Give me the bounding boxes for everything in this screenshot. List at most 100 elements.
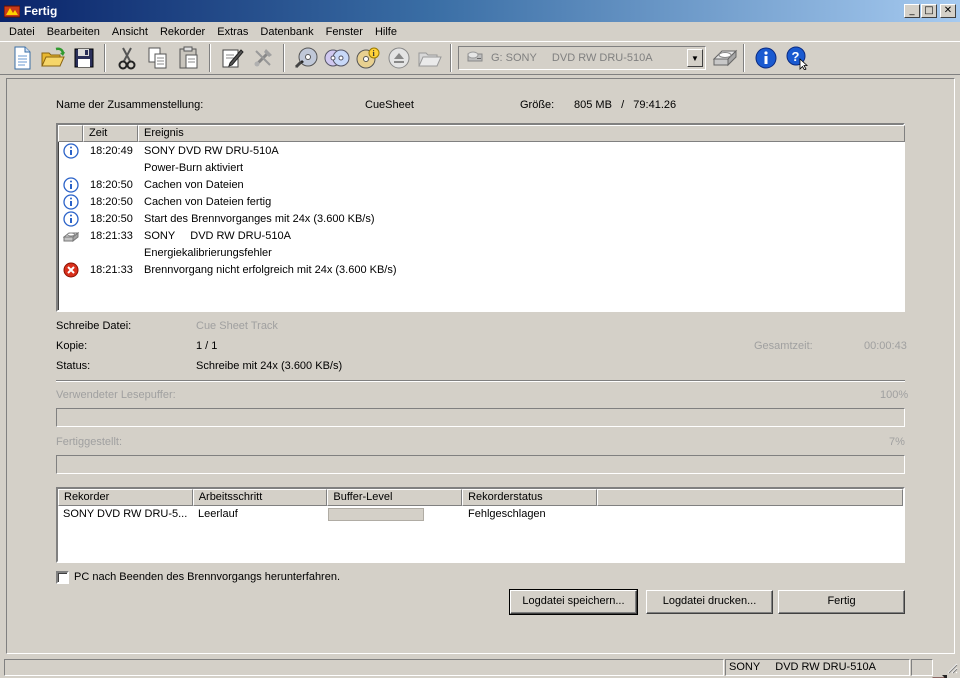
write-file-label: Schreibe Datei:	[56, 320, 132, 332]
info-icon	[63, 211, 79, 227]
event-log-list[interactable]: Zeit Ereignis 18:20:49 SONY DVD RW DRU-51…	[56, 123, 905, 312]
shutdown-checkbox[interactable]	[56, 571, 69, 584]
divider	[56, 380, 905, 382]
log-time: 18:20:50	[90, 213, 133, 225]
statusbar-drive: SONY DVD RW DRU-510A	[725, 659, 910, 676]
menu-datenbank[interactable]: Datenbank	[254, 26, 319, 38]
help-cursor-icon[interactable]: ?	[781, 44, 812, 72]
new-document-icon[interactable]	[6, 44, 37, 72]
column-header-recorder-status[interactable]: Rekorderstatus	[462, 489, 597, 506]
maximize-button[interactable]: □	[921, 4, 937, 18]
open-folder-icon[interactable]	[37, 44, 68, 72]
completed-progress-bar	[56, 455, 905, 474]
list-item[interactable]: Power-Burn aktiviert	[58, 160, 905, 177]
tools-disabled-icon[interactable]	[247, 44, 278, 72]
log-time: 18:21:33	[90, 230, 133, 242]
log-time: 18:20:49	[90, 145, 133, 157]
status-bar: SONY DVD RW DRU-510A	[0, 656, 960, 678]
log-event: Start des Brennvorganges mit 24x (3.600 …	[144, 213, 375, 225]
log-event: Power-Burn aktiviert	[144, 162, 244, 174]
log-event: Cachen von Dateien fertig	[144, 196, 272, 208]
menu-ansicht[interactable]: Ansicht	[106, 26, 154, 38]
disc-info-icon[interactable]: i	[352, 44, 383, 72]
burn-cd-icon[interactable]	[290, 44, 321, 72]
info-icon[interactable]	[750, 44, 781, 72]
chevron-down-icon[interactable]: ▼	[687, 49, 703, 67]
list-item[interactable]: 18:20:50 Cachen von Dateien fertig	[58, 194, 905, 211]
browse-folder-icon[interactable]	[414, 44, 445, 72]
close-button[interactable]: ✕	[940, 4, 956, 18]
column-header-time[interactable]: Zeit	[83, 125, 138, 142]
total-time-label: Gesamtzeit:	[754, 340, 813, 352]
list-item[interactable]: Energiekalibrierungsfehler	[58, 245, 905, 262]
window-title: Fertig	[24, 4, 58, 18]
recorder-properties-icon[interactable]	[709, 44, 740, 72]
app-icon	[4, 4, 20, 18]
menu-bar: Datei Bearbeiten Ansicht Rekorder Extras…	[0, 22, 960, 41]
column-header-icon[interactable]	[58, 125, 83, 142]
read-buffer-percent: 100%	[880, 389, 909, 401]
read-buffer-label: Verwendeter Lesepuffer:	[56, 389, 176, 401]
size-value: 805 MB / 79:41.26	[574, 99, 677, 111]
minimize-button[interactable]: _	[904, 4, 920, 18]
list-item[interactable]: 18:21:33 SONY DVD RW DRU-510A	[58, 228, 905, 245]
statusbar-pane-empty	[4, 659, 724, 676]
column-header-buffer-level[interactable]: Buffer-Level	[327, 489, 463, 506]
log-event: SONY DVD RW DRU-510A	[144, 230, 291, 242]
cut-icon[interactable]	[111, 44, 142, 72]
menu-hilfe[interactable]: Hilfe	[369, 26, 403, 38]
main-panel: Name der Zusammenstellung: CueSheet Größ…	[6, 78, 955, 654]
recorder-list[interactable]: Rekorder Arbeitsschritt Buffer-Level Rek…	[56, 487, 905, 563]
menu-extras[interactable]: Extras	[211, 26, 254, 38]
title-bar[interactable]: Fertig _ □ ✕	[0, 0, 960, 22]
list-item[interactable]: 18:20:50 Cachen von Dateien	[58, 177, 905, 194]
eject-icon[interactable]	[383, 44, 414, 72]
save-log-button[interactable]: Logdatei speichern...	[509, 589, 638, 615]
copy-icon[interactable]	[142, 44, 173, 72]
size-label: Größe:	[520, 99, 555, 111]
shutdown-checkbox-label[interactable]: PC nach Beenden des Brennvorgangs herunt…	[74, 571, 340, 583]
column-header-step[interactable]: Arbeitsschritt	[192, 489, 328, 506]
log-event: Brennvorgang nicht erfolgreich mit 24x (…	[144, 264, 397, 276]
drive-icon	[467, 50, 483, 67]
recorder-list-header: Rekorder Arbeitsschritt Buffer-Level Rek…	[58, 489, 904, 506]
compilation-label: Name der Zusammenstellung:	[56, 99, 204, 111]
info-icon	[63, 194, 79, 210]
resize-grip-icon[interactable]	[946, 662, 958, 674]
toolbar: i G: SONY DVD RW DRU-510A ▼ ?	[0, 41, 960, 75]
menu-fenster[interactable]: Fenster	[320, 26, 369, 38]
log-time: 18:20:50	[90, 196, 133, 208]
completed-label: Fertiggestellt:	[56, 436, 123, 448]
save-disk-icon[interactable]	[68, 44, 99, 72]
status-value: Schreibe mit 24x (3.600 KB/s)	[196, 360, 343, 372]
print-log-button[interactable]: Logdatei drucken...	[646, 590, 773, 614]
copy-cd-icon[interactable]	[321, 44, 352, 72]
list-item[interactable]: 18:20:49 SONY DVD RW DRU-510A	[58, 143, 905, 160]
column-header-recorder[interactable]: Rekorder	[58, 489, 193, 506]
drive-icon	[62, 228, 80, 244]
total-time-value: 00:00:43	[864, 340, 907, 352]
column-header-empty	[596, 489, 904, 506]
svg-text:?: ?	[791, 49, 799, 64]
log-event: Cachen von Dateien	[144, 179, 244, 191]
menu-bearbeiten[interactable]: Bearbeiten	[41, 26, 106, 38]
info-icon	[63, 177, 79, 193]
table-row[interactable]: SONY DVD RW DRU-5... Leerlauf Fehlgeschl…	[58, 506, 903, 522]
menu-datei[interactable]: Datei	[3, 26, 41, 38]
list-item[interactable]: 18:20:50 Start des Brennvorganges mit 24x…	[58, 211, 905, 228]
log-time: 18:21:33	[90, 264, 133, 276]
edit-compilation-icon[interactable]	[216, 44, 247, 72]
menu-rekorder[interactable]: Rekorder	[154, 26, 211, 38]
column-header-event[interactable]: Ereignis	[138, 125, 905, 142]
recorder-status: Fehlgeschlagen	[468, 508, 546, 520]
read-buffer-progress-bar	[56, 408, 905, 427]
compilation-value: CueSheet	[365, 99, 414, 111]
buffer-level-bar	[328, 508, 424, 521]
log-event: Energiekalibrierungsfehler	[144, 247, 272, 259]
drive-select[interactable]: G: SONY DVD RW DRU-510A ▼	[458, 46, 706, 70]
paste-icon[interactable]	[173, 44, 204, 72]
drive-select-value: G: SONY DVD RW DRU-510A	[491, 52, 653, 64]
list-item[interactable]: 18:21:33 Brennvorgang nicht erfolgreich m…	[58, 262, 905, 279]
info-icon	[63, 143, 79, 159]
done-button[interactable]: Fertig	[778, 590, 905, 614]
